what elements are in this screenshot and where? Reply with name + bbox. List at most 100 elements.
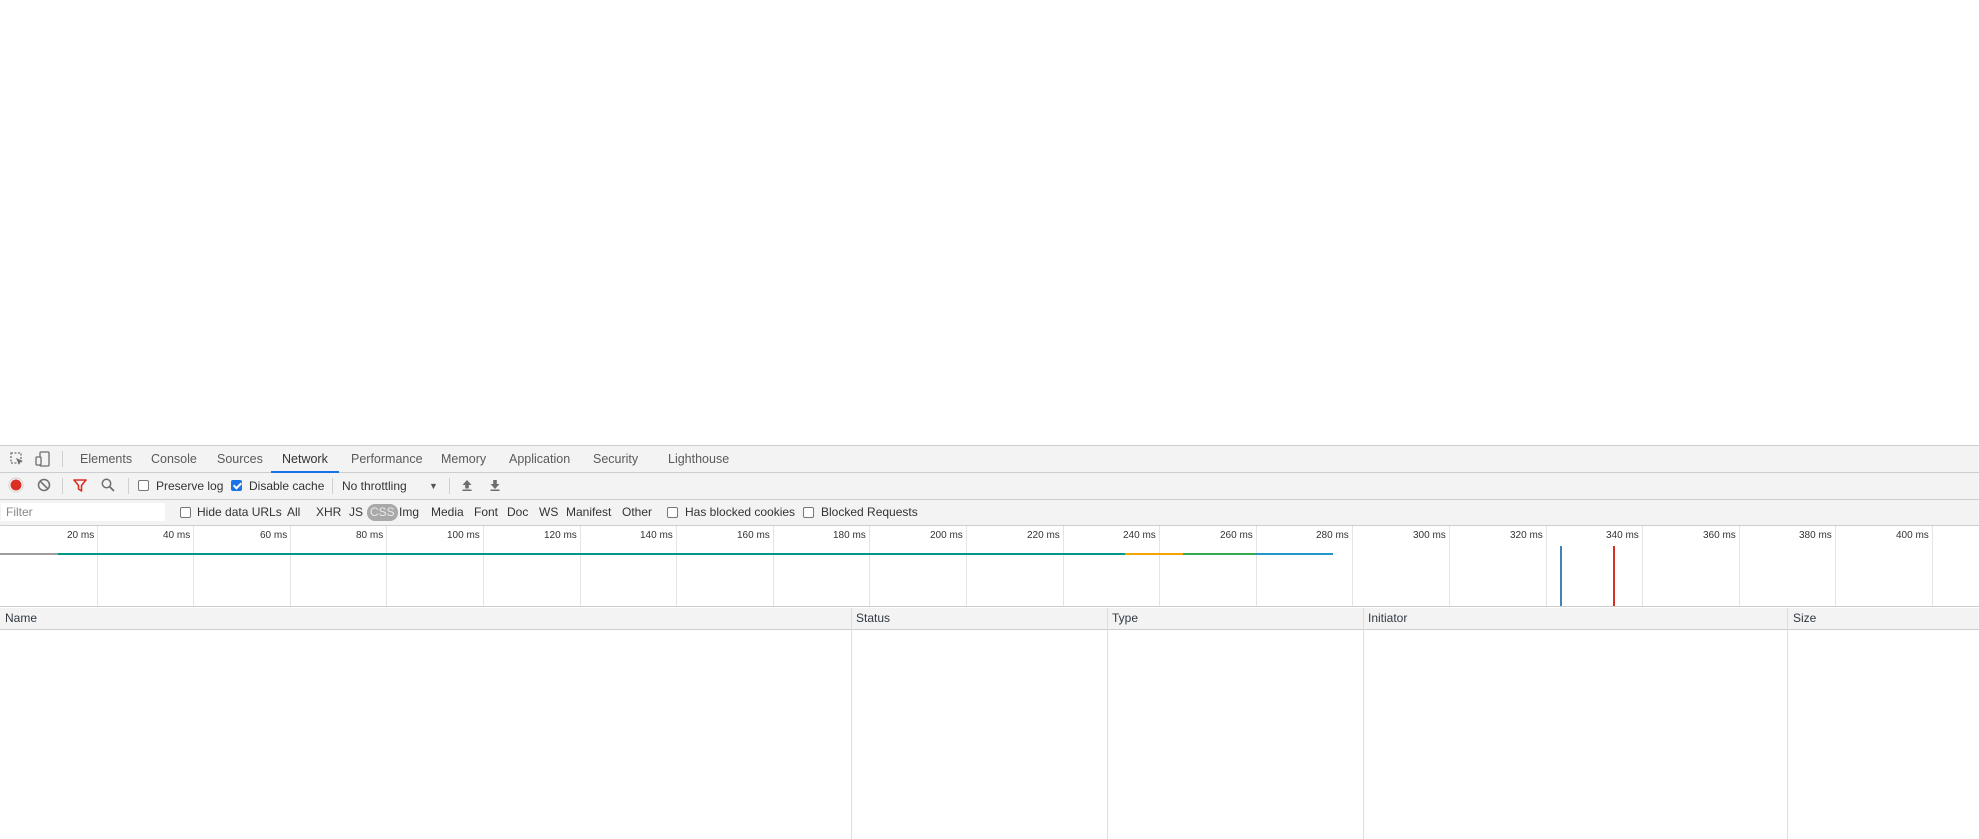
timeline-tick-label: 200 ms [930, 530, 963, 541]
timeline-tick-label: 20 ms [67, 530, 95, 541]
has-blocked-cookies-label[interactable]: Has blocked cookies [685, 500, 795, 525]
requests-table-header: Name Status Type Initiator Size [0, 608, 1979, 630]
column-header-size[interactable]: Size [1793, 608, 1816, 629]
tab-lighthouse[interactable]: Lighthouse [666, 446, 731, 472]
timeline-gridline [1546, 526, 1547, 606]
timeline-gridline [97, 526, 98, 606]
record-button[interactable] [8, 477, 24, 493]
filter-type-xhr[interactable]: XHR [316, 500, 341, 525]
timeline-tick-label: 120 ms [544, 530, 577, 541]
tab-security[interactable]: Security [591, 446, 640, 472]
timeline-request-segment [57, 553, 1126, 555]
timeline-tick-label: 360 ms [1703, 530, 1736, 541]
tab-elements[interactable]: Elements [78, 446, 134, 472]
network-filterbar: Hide data URLs All XHR JS CSS Img Media … [0, 500, 1979, 526]
blocked-requests-checkbox[interactable] [803, 507, 814, 518]
filter-toggle-button[interactable] [72, 477, 88, 493]
filter-type-js[interactable]: JS [349, 500, 363, 525]
timeline-request-segment [1125, 553, 1184, 555]
timeline-tick-label: 180 ms [833, 530, 866, 541]
timeline-tick-label: 280 ms [1316, 530, 1349, 541]
filter-type-media[interactable]: Media [431, 500, 464, 525]
clear-button[interactable] [36, 477, 52, 493]
network-overview-timeline[interactable]: 20 ms 40 ms 60 ms 80 ms 100 ms 120 ms 140 ms 16… [0, 526, 1979, 607]
disable-cache-checkbox[interactable] [231, 480, 242, 491]
tab-sources[interactable]: Sources [215, 446, 265, 472]
timeline-tick-label: 160 ms [737, 530, 770, 541]
filter-type-manifest[interactable]: Manifest [566, 500, 611, 525]
search-button[interactable] [100, 477, 116, 493]
timeline-gridline [869, 526, 870, 606]
timeline-tick-label: 320 ms [1510, 530, 1543, 541]
timeline-gridline [1449, 526, 1450, 606]
tab-network[interactable]: Network [271, 446, 339, 473]
timeline-gridline [193, 526, 194, 606]
column-header-type[interactable]: Type [1112, 608, 1138, 629]
timeline-gridline [676, 526, 677, 606]
timeline-tick-label: 80 ms [356, 530, 384, 541]
throttling-select[interactable]: No throttling [342, 473, 407, 499]
timeline-gridline [966, 526, 967, 606]
disable-cache-label[interactable]: Disable cache [249, 473, 324, 499]
timeline-gridline [1642, 526, 1643, 606]
tabbar-separator [62, 451, 63, 467]
chevron-down-icon[interactable]: ▼ [429, 473, 438, 499]
export-har-button[interactable] [487, 477, 503, 493]
timeline-gridline [580, 526, 581, 606]
import-har-button[interactable] [459, 477, 475, 493]
timeline-tick-label: 300 ms [1413, 530, 1446, 541]
filter-type-img[interactable]: Img [399, 500, 419, 525]
timeline-gridline [773, 526, 774, 606]
tab-performance[interactable]: Performance [349, 446, 425, 472]
device-toolbar-icon[interactable] [34, 450, 52, 468]
timeline-tick-label: 140 ms [640, 530, 673, 541]
timeline-tick-label: 100 ms [447, 530, 480, 541]
toolbar-separator [128, 478, 129, 494]
network-toolbar: Preserve log Disable cache No throttling… [0, 473, 1979, 500]
tab-application[interactable]: Application [507, 446, 572, 472]
timeline-tick-label: 220 ms [1027, 530, 1060, 541]
timeline-gridline [1352, 526, 1353, 606]
timeline-gridline [1159, 526, 1160, 606]
timeline-gridline [1256, 526, 1257, 606]
inspect-element-icon[interactable] [8, 450, 26, 468]
timeline-tick-label: 60 ms [260, 530, 288, 541]
preserve-log-checkbox[interactable] [138, 480, 149, 491]
filter-type-other[interactable]: Other [622, 500, 652, 525]
inspected-page [0, 0, 1979, 445]
timeline-gridline [1932, 526, 1933, 606]
timeline-request-segment [1255, 553, 1334, 555]
timeline-tick-label: 380 ms [1799, 530, 1832, 541]
tab-console[interactable]: Console [149, 446, 199, 472]
filter-type-ws[interactable]: WS [539, 500, 558, 525]
column-header-initiator[interactable]: Initiator [1368, 608, 1407, 629]
devtools-panel: Elements Console Sources Network Perform… [0, 445, 1979, 839]
blocked-requests-label[interactable]: Blocked Requests [821, 500, 918, 525]
timeline-gridline [1835, 526, 1836, 606]
toolbar-separator [449, 478, 450, 494]
hide-data-urls-checkbox[interactable] [180, 507, 191, 518]
toolbar-separator [62, 478, 63, 494]
column-header-name[interactable]: Name [5, 608, 37, 629]
column-header-status[interactable]: Status [856, 608, 890, 629]
timeline-event-marker [1613, 546, 1615, 606]
filter-type-css[interactable]: CSS [367, 504, 398, 521]
timeline-tick-label: 340 ms [1606, 530, 1639, 541]
column-divider[interactable] [1787, 608, 1788, 839]
toolbar-separator [332, 478, 333, 494]
filter-type-all[interactable]: All [287, 500, 300, 525]
timeline-tick-label: 40 ms [163, 530, 191, 541]
timeline-tick-label: 400 ms [1896, 530, 1929, 541]
timeline-event-marker [1560, 546, 1562, 606]
hide-data-urls-label[interactable]: Hide data URLs [197, 500, 282, 525]
filter-type-doc[interactable]: Doc [507, 500, 528, 525]
timeline-tick-label: 240 ms [1123, 530, 1156, 541]
column-divider[interactable] [851, 608, 852, 839]
has-blocked-cookies-checkbox[interactable] [667, 507, 678, 518]
preserve-log-label[interactable]: Preserve log [156, 473, 223, 499]
filter-input[interactable] [1, 503, 165, 521]
column-divider[interactable] [1107, 608, 1108, 839]
tab-memory[interactable]: Memory [439, 446, 488, 472]
column-divider[interactable] [1363, 608, 1364, 839]
filter-type-font[interactable]: Font [474, 500, 498, 525]
